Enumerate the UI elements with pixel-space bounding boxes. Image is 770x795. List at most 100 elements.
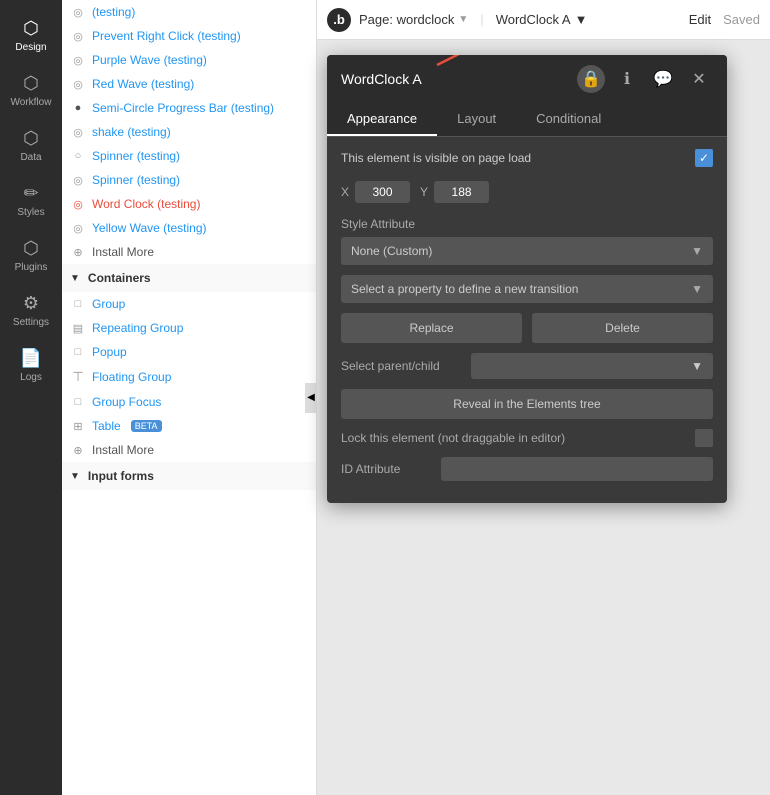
edit-saved-group: Edit Saved xyxy=(689,12,760,27)
list-item[interactable]: ● Semi-Circle Progress Bar (testing) xyxy=(62,96,316,120)
input-forms-section-header[interactable]: ▼ Input forms xyxy=(62,462,316,490)
tab-conditional[interactable]: Conditional xyxy=(516,103,621,136)
xy-row: X Y xyxy=(341,181,713,203)
list-item[interactable]: ◎ Red Wave (testing) xyxy=(62,72,316,96)
list-item-group[interactable]: □ Group xyxy=(62,292,316,316)
tab-layout[interactable]: Layout xyxy=(437,103,516,136)
sidebar: ⬡ Design ⬡ Workflow ⬡ Data ✏ Styles ⬡ Pl… xyxy=(0,0,62,795)
logs-icon: 📄 xyxy=(20,348,42,369)
tab-appearance[interactable]: Appearance xyxy=(327,103,437,136)
page-caret-icon: ▼ xyxy=(458,14,468,25)
lock-row: Lock this element (not draggable in edit… xyxy=(341,429,713,447)
lock-label: Lock this element (not draggable in edit… xyxy=(341,431,695,445)
plugins-icon: ⬡ xyxy=(23,238,39,259)
panel-header: WordClock A 🔒 ℹ 💬 ✕ xyxy=(327,55,727,103)
sidebar-item-data-label: Data xyxy=(20,152,41,163)
reveal-button[interactable]: Reveal in the Elements tree xyxy=(341,389,713,419)
parent-child-label: Select parent/child xyxy=(341,359,471,373)
radio-icon: ◎ xyxy=(70,78,86,91)
sidebar-item-settings-label: Settings xyxy=(13,317,49,328)
element-list-panel: ◎ (testing) ◎ Prevent Right Click (testi… xyxy=(62,0,317,795)
list-item[interactable]: ◎ shake (testing) xyxy=(62,120,316,144)
repeating-group-icon: ▤ xyxy=(70,322,86,335)
plus-circle-icon: ⊕ xyxy=(70,246,86,259)
sidebar-item-design[interactable]: ⬡ Design xyxy=(0,8,62,63)
list-item[interactable]: ◎ Yellow Wave (testing) xyxy=(62,216,316,240)
sidebar-item-workflow[interactable]: ⬡ Workflow xyxy=(0,63,62,118)
design-icon: ⬡ xyxy=(23,18,39,39)
style-attribute-dropdown[interactable]: None (Custom) ▼ xyxy=(341,237,713,265)
sidebar-item-data[interactable]: ⬡ Data xyxy=(0,118,62,173)
saved-label: Saved xyxy=(723,12,760,27)
wordclock-selector[interactable]: WordClock A ▼ xyxy=(496,12,588,27)
workflow-icon: ⬡ xyxy=(23,73,39,94)
x-input[interactable] xyxy=(355,181,410,203)
style-attribute-label: Style Attribute xyxy=(341,217,713,231)
sidebar-item-plugins-label: Plugins xyxy=(15,262,48,273)
sidebar-item-settings[interactable]: ⚙ Settings xyxy=(0,283,62,338)
visible-label: This element is visible on page load xyxy=(341,151,695,165)
styles-icon: ✏ xyxy=(23,183,38,204)
list-item[interactable]: ◎ Prevent Right Click (testing) xyxy=(62,24,316,48)
radio-icon: ◎ xyxy=(70,222,86,235)
plus-circle-icon-2: ⊕ xyxy=(70,444,86,457)
delete-button[interactable]: Delete xyxy=(532,313,713,343)
style-dropdown-caret-icon: ▼ xyxy=(691,244,703,258)
beta-badge: BETA xyxy=(131,420,162,432)
circle-icon: ○ xyxy=(70,150,86,162)
list-item-floating-group[interactable]: ⊤ Floating Group xyxy=(62,364,316,390)
install-more-button-2[interactable]: ⊕ Install More xyxy=(62,438,316,462)
parent-child-row: Select parent/child ▼ xyxy=(341,353,713,379)
radio-icon: ◎ xyxy=(70,198,86,211)
transition-dropdown[interactable]: Select a property to define a new transi… xyxy=(341,275,713,303)
sidebar-item-workflow-label: Workflow xyxy=(11,97,52,108)
list-item-table[interactable]: ⊞ Table BETA xyxy=(62,414,316,438)
panel-body: This element is visible on page load ✓ X… xyxy=(327,137,727,503)
floating-group-icon: ⊤ xyxy=(70,369,86,385)
x-label: X xyxy=(341,185,349,199)
close-icon[interactable]: ✕ xyxy=(685,65,713,93)
list-item[interactable]: ○ Spinner (testing) xyxy=(62,144,316,168)
chevron-down-icon-2: ▼ xyxy=(70,471,80,482)
chat-icon[interactable]: 💬 xyxy=(649,65,677,93)
group-focus-icon: □ xyxy=(70,396,86,408)
panel-header-icons: 🔒 ℹ 💬 ✕ xyxy=(577,65,713,93)
wordclock-label: WordClock A xyxy=(496,12,571,27)
element-list: ◎ (testing) ◎ Prevent Right Click (testi… xyxy=(62,0,317,795)
wordclock-caret-icon: ▼ xyxy=(575,12,588,27)
sidebar-item-logs-label: Logs xyxy=(20,372,42,383)
parent-child-dropdown[interactable]: ▼ xyxy=(471,353,713,379)
page-label: Page: wordclock xyxy=(359,12,454,27)
list-item-word-clock[interactable]: ◎ Word Clock (testing) xyxy=(62,192,316,216)
sidebar-item-styles[interactable]: ✏ Styles xyxy=(0,173,62,228)
visible-checkbox[interactable]: ✓ xyxy=(695,149,713,167)
install-more-button[interactable]: ⊕ Install More xyxy=(62,240,316,264)
info-icon[interactable]: ℹ xyxy=(613,65,641,93)
visible-row: This element is visible on page load ✓ xyxy=(341,149,713,167)
list-item-popup[interactable]: □ Popup xyxy=(62,340,316,364)
list-item-group-focus[interactable]: □ Group Focus xyxy=(62,390,316,414)
id-attribute-input[interactable] xyxy=(441,457,713,481)
list-item[interactable]: ◎ Spinner (testing) xyxy=(62,168,316,192)
lock-checkbox[interactable] xyxy=(695,429,713,447)
properties-panel: WordClock A 🔒 ℹ 💬 ✕ Appearance Layout Co… xyxy=(327,55,727,503)
sidebar-item-plugins[interactable]: ⬡ Plugins xyxy=(0,228,62,283)
edit-label[interactable]: Edit xyxy=(689,12,711,27)
data-icon: ⬡ xyxy=(23,128,39,149)
containers-section-header[interactable]: ▼ Containers xyxy=(62,264,316,292)
list-item[interactable]: ◎ Purple Wave (testing) xyxy=(62,48,316,72)
page-selector[interactable]: Page: wordclock ▼ xyxy=(359,12,468,27)
chevron-down-icon: ▼ xyxy=(70,273,80,284)
y-input[interactable] xyxy=(434,181,489,203)
radio-icon: ◎ xyxy=(70,126,86,139)
sidebar-item-logs[interactable]: 📄 Logs xyxy=(0,338,62,393)
list-item-repeating-group[interactable]: ▤ Repeating Group xyxy=(62,316,316,340)
y-label: Y xyxy=(420,185,428,199)
replace-button[interactable]: Replace xyxy=(341,313,522,343)
collapse-panel-arrow[interactable]: ◀ xyxy=(305,383,317,413)
action-buttons: Replace Delete xyxy=(341,313,713,343)
table-icon: ⊞ xyxy=(70,420,86,433)
list-item[interactable]: ◎ (testing) xyxy=(62,0,316,24)
parent-child-caret-icon: ▼ xyxy=(691,359,703,373)
lock-icon[interactable]: 🔒 xyxy=(577,65,605,93)
